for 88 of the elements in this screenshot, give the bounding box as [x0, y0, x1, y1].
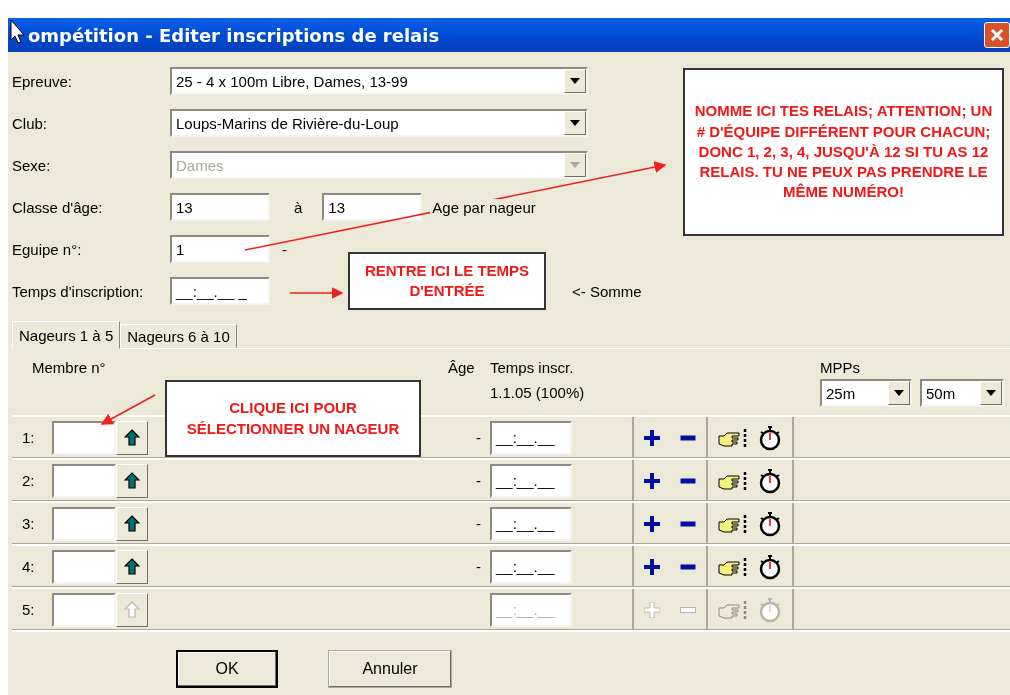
- input-field[interactable]: __:__.__: [490, 420, 572, 455]
- minus-icon: [680, 606, 696, 613]
- dropdown[interactable]: Loups-Marins de Rivière-du-Loup: [170, 109, 588, 137]
- pointing-hand-icon: [718, 513, 748, 534]
- select-swimmer-button[interactable]: [116, 420, 148, 455]
- age-text: -: [476, 558, 481, 575]
- plus-icon: [644, 429, 660, 446]
- row-number: 1:: [21, 429, 36, 446]
- select-swimmer-button[interactable]: [116, 506, 148, 541]
- field-label: Epreuve:: [12, 72, 74, 90]
- input-field[interactable]: [52, 592, 116, 627]
- input-field[interactable]: 13: [170, 193, 270, 221]
- column-subheader: 1.1.05 (100%): [490, 384, 586, 401]
- select-swimmer-button[interactable]: [116, 549, 148, 584]
- caret-icon: [570, 120, 580, 126]
- stopwatch-icon: [758, 510, 782, 537]
- plus-icon: [644, 558, 660, 575]
- input-field[interactable]: __:__.__: [490, 549, 572, 584]
- column-header: Membre n°: [32, 359, 107, 376]
- field-label: Classe d'âge:: [12, 198, 104, 216]
- field-label: Sexe:: [12, 156, 52, 174]
- input-field[interactable]: [52, 463, 116, 498]
- window-title: ompétition - Editer inscriptions de relais: [28, 24, 440, 46]
- close-button[interactable]: [984, 22, 1010, 48]
- callout-note: NOMME ICI TES RELAIS; ATTENTION; UN # D'ÉQUIPE DIFFÉRENT POUR CHACUN; DONC 1, 2, 3, 4, JUSQU'À 12 SI TU AS 12 RELAIS. TU NE PEUX PAS PRENDRE LE MÊME NUMÉRO!: [683, 68, 1004, 236]
- minus-icon: [680, 434, 696, 441]
- pointing-hand-icon: [718, 556, 748, 577]
- callout-note: CLIQUE ICI POUR SÉLECTIONNER UN NAGEUR: [165, 380, 421, 457]
- age-text: -: [476, 472, 481, 489]
- column-header: Temps inscr.: [490, 359, 575, 376]
- note-text: <- Somme: [572, 282, 642, 300]
- plus-icon: [644, 601, 660, 618]
- minus-icon: [680, 520, 696, 527]
- input-field[interactable]: 1: [170, 235, 270, 263]
- arrow-up-icon: [124, 601, 140, 618]
- dropdown[interactable]: 25m: [820, 379, 912, 407]
- caret-icon: [986, 390, 996, 396]
- input-field[interactable]: __:__.__ _: [170, 277, 270, 305]
- tab[interactable]: Nageurs 1 à 5: [12, 321, 121, 349]
- field-label: à: [294, 198, 303, 216]
- stopwatch-icon: [758, 424, 782, 451]
- column-header: Âge: [448, 359, 476, 376]
- age-text: -: [476, 429, 481, 446]
- note-text: -: [282, 240, 287, 258]
- close-icon: [990, 28, 1004, 42]
- row-number: 5:: [21, 601, 36, 618]
- stopwatch-icon: [758, 553, 782, 580]
- callout-note: RENTRE ICI LE TEMPS D'ENTRÉE: [348, 252, 546, 310]
- age-text: -: [476, 515, 481, 532]
- caret-icon: [570, 162, 580, 168]
- row-number: 3:: [21, 515, 36, 532]
- pointing-hand-icon: [718, 599, 748, 620]
- dropdown[interactable]: 50m: [920, 379, 1004, 407]
- stopwatch-icon: [758, 596, 782, 623]
- arrow-up-icon: [124, 558, 140, 575]
- field-label: Club:: [12, 114, 49, 132]
- row-number: 4:: [21, 558, 36, 575]
- leader-line: [289, 287, 344, 299]
- input-field[interactable]: 13: [322, 193, 423, 221]
- field-label: Temps d'inscription:: [12, 282, 145, 300]
- dialog-button[interactable]: OK: [176, 650, 278, 688]
- stopwatch-icon: [758, 467, 782, 494]
- pointing-hand-icon: [718, 470, 748, 491]
- leader-line: [100, 394, 156, 425]
- input-field[interactable]: [52, 420, 116, 455]
- mouse-cursor-icon: [10, 19, 25, 44]
- plus-icon: [644, 472, 660, 489]
- field-label: Eguipe n°:: [12, 240, 83, 258]
- dialog-button[interactable]: Annuler: [328, 650, 452, 688]
- column-header: MPPs: [820, 359, 861, 378]
- input-field[interactable]: [52, 506, 116, 541]
- minus-icon: [680, 477, 696, 484]
- plus-icon: [644, 515, 660, 532]
- tab[interactable]: Nageurs 6 à 10: [120, 324, 237, 348]
- input-field[interactable]: __:__.__: [490, 506, 572, 541]
- arrow-up-icon: [124, 429, 140, 446]
- input-field[interactable]: [52, 549, 116, 584]
- row-number: 2:: [21, 472, 36, 489]
- arrow-up-icon: [124, 515, 140, 532]
- note-text: Age par nageur: [430, 198, 538, 216]
- input-field[interactable]: __:__.__: [490, 463, 572, 498]
- select-swimmer-button[interactable]: [116, 463, 148, 498]
- caret-icon: [894, 390, 904, 396]
- dropdown[interactable]: 25 - 4 x 100m Libre, Dames, 13-99: [170, 67, 588, 95]
- arrow-up-icon: [124, 472, 140, 489]
- caret-icon: [570, 78, 580, 84]
- minus-icon: [680, 563, 696, 570]
- pointing-hand-icon: [718, 427, 748, 448]
